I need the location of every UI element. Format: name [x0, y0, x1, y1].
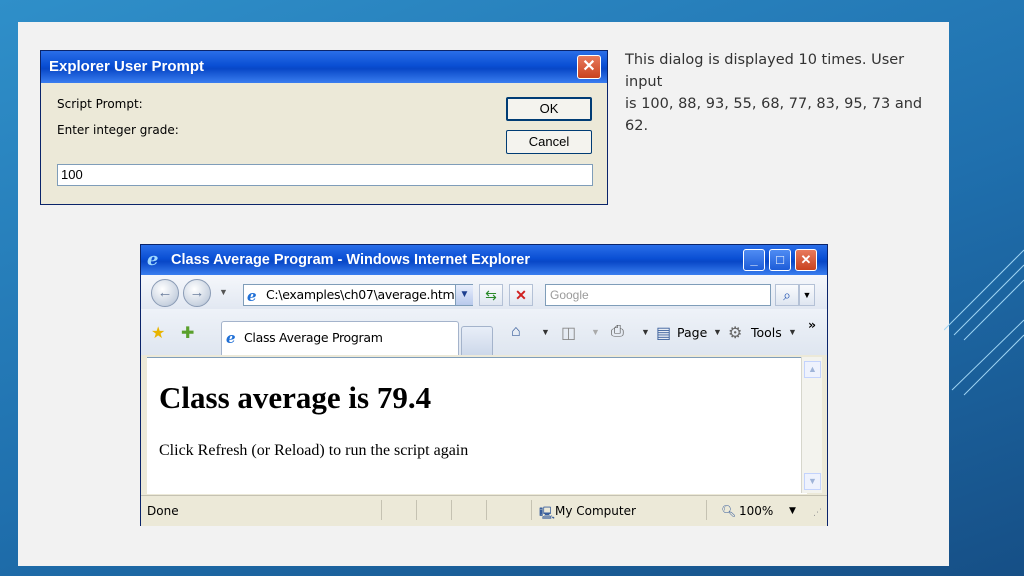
page-icon: e [247, 287, 257, 305]
page-menu-icon: ▤ [656, 325, 672, 342]
address-text: C:\examples\ch07\average.html [266, 287, 458, 302]
page-heading: Class average is 79.4 [159, 380, 432, 415]
gear-icon: ⚙ [728, 325, 743, 342]
chevron-icon[interactable]: » [808, 317, 816, 332]
new-tab-button[interactable] [461, 326, 493, 355]
minimize-icon[interactable]: _ [743, 249, 765, 271]
search-input[interactable]: Google [545, 284, 771, 306]
tools-dropdown-icon[interactable]: ▼ [788, 327, 797, 337]
print-dropdown-icon[interactable]: ▼ [641, 327, 650, 337]
prompt-dialog: Explorer User Prompt ✕ Script Prompt: En… [40, 50, 608, 205]
history-dropdown-icon[interactable]: ▼ [219, 287, 228, 297]
status-bar: Done 🖳 My Computer 🔍︎ 100% ▼ ⋰ [141, 495, 827, 526]
tab-class-average[interactable]: e Class Average Program [221, 321, 459, 355]
address-dropdown-icon[interactable]: ▼ [455, 285, 473, 305]
magnifier-icon[interactable]: 🔍︎ [721, 504, 736, 518]
vertical-scrollbar[interactable]: ▲ ▼ [801, 357, 822, 493]
status-divider [706, 500, 707, 520]
add-favorites-icon[interactable]: ✚ [181, 323, 194, 343]
tools-menu[interactable]: Tools [751, 325, 782, 340]
home-icon[interactable]: ⌂ [511, 323, 521, 341]
decorative-lines [944, 249, 1024, 396]
refresh-icon[interactable]: ⇆ [479, 284, 503, 306]
status-text: Done [147, 504, 179, 518]
dialog-titlebar[interactable]: Explorer User Prompt ✕ [41, 51, 607, 83]
status-divider [381, 500, 382, 520]
note-line-1: This dialog is displayed 10 times. User … [625, 52, 905, 90]
cancel-button[interactable]: Cancel [506, 130, 592, 154]
close-icon[interactable]: ✕ [795, 249, 817, 271]
resize-grip-icon[interactable]: ⋰ [813, 508, 822, 518]
page-dropdown-icon[interactable]: ▼ [713, 327, 722, 337]
browser-window: e Class Average Program - Windows Intern… [140, 244, 828, 526]
browser-title: Class Average Program - Windows Internet… [171, 252, 530, 268]
home-dropdown-icon[interactable]: ▼ [541, 327, 550, 337]
scroll-down-icon[interactable]: ▼ [804, 473, 821, 490]
grade-input[interactable]: 100 [57, 164, 593, 186]
status-divider [486, 500, 487, 520]
dialog-title: Explorer User Prompt [49, 58, 205, 75]
search-options-icon[interactable]: ▼ [799, 284, 815, 306]
page-menu[interactable]: Page [677, 325, 707, 340]
enter-grade-label: Enter integer grade: [57, 123, 179, 137]
page-content: Class average is 79.4 Click Refresh (or … [147, 357, 807, 494]
browser-titlebar[interactable]: e Class Average Program - Windows Intern… [141, 245, 827, 275]
ie-logo-icon: e [147, 249, 159, 270]
navigation-toolbar: ← → ▼ e C:\examples\ch07\average.html ▼ … [141, 275, 827, 309]
star-icon[interactable]: ★ [151, 323, 165, 343]
search-icon[interactable]: ⌕ [775, 284, 799, 306]
computer-icon: 🖳 [539, 506, 556, 520]
close-icon[interactable]: ✕ [577, 55, 601, 79]
status-divider [416, 500, 417, 520]
scroll-up-icon[interactable]: ▲ [804, 361, 821, 378]
stop-icon[interactable]: ✕ [509, 284, 533, 306]
status-divider [531, 500, 532, 520]
status-divider [451, 500, 452, 520]
page-paragraph: Click Refresh (or Reload) to run the scr… [159, 442, 469, 459]
rss-icon[interactable]: ◫ [561, 323, 576, 343]
page-icon: e [226, 329, 236, 347]
ok-button[interactable]: OK [506, 97, 592, 121]
zoom-level[interactable]: 100% [739, 504, 773, 518]
explanatory-note: This dialog is displayed 10 times. User … [625, 49, 945, 137]
tab-label: Class Average Program [244, 330, 383, 345]
script-prompt-label: Script Prompt: [57, 97, 143, 111]
zone-text: My Computer [555, 504, 636, 518]
back-arrow-icon[interactable]: ← [151, 279, 179, 307]
zoom-dropdown-icon[interactable]: ▼ [789, 506, 796, 516]
print-icon[interactable]: ⎙ [611, 323, 624, 341]
forward-arrow-icon[interactable]: → [183, 279, 211, 307]
feeds-dropdown-icon[interactable]: ▼ [591, 327, 600, 337]
address-bar[interactable]: e C:\examples\ch07\average.html [243, 284, 473, 306]
command-toolbar: ★ ✚ e Class Average Program ⌂ ▼ ◫ ▼ ⎙ ▼ … [141, 309, 827, 355]
note-line-2: is 100, 88, 93, 55, 68, 77, 83, 95, 73 a… [625, 96, 923, 134]
maximize-icon[interactable]: □ [769, 249, 791, 271]
